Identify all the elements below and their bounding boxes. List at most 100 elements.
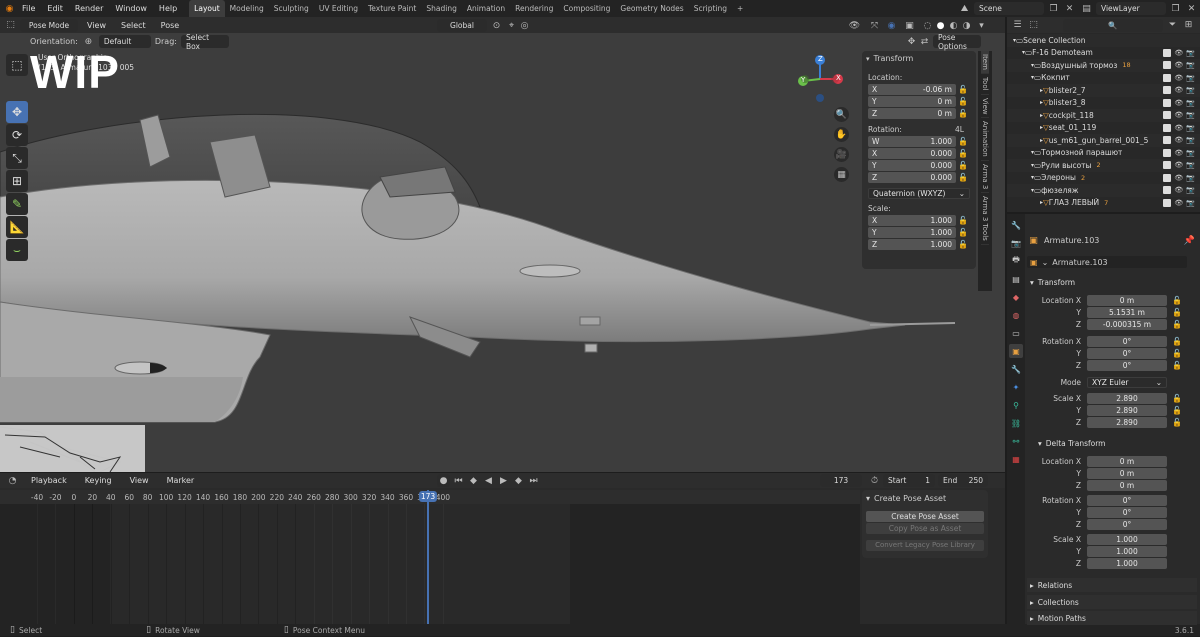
transform-tool[interactable]: ⊞: [6, 170, 28, 192]
rotation-x-field[interactable]: X 0.000: [868, 148, 956, 159]
tab-tool[interactable]: Tool: [981, 74, 989, 95]
tab-sculpting[interactable]: Sculpting: [269, 0, 314, 17]
shading-rendered-icon[interactable]: ◑: [960, 19, 973, 32]
lock-icon[interactable]: 🔓: [958, 228, 968, 237]
move-tool[interactable]: ✥: [6, 101, 28, 123]
copy-layer-icon[interactable]: ❐: [1169, 2, 1182, 15]
output-tab-icon[interactable]: 🖶: [1009, 254, 1023, 268]
visibility-icon[interactable]: 👁: [1174, 99, 1183, 107]
lock-icon[interactable]: 🔓: [958, 137, 968, 146]
location-x-field[interactable]: X -0.06 m: [868, 84, 956, 95]
delta-location-x[interactable]: 0 m: [1087, 456, 1167, 467]
snap-icon[interactable]: ⌖: [505, 19, 518, 32]
object-rotation-z[interactable]: 0°: [1087, 360, 1167, 371]
render-camera-icon[interactable]: 📷: [1186, 161, 1195, 169]
properties-editor[interactable]: 🔧 📷 🖶 ▤ ◆ ◍ ▭ ▣ 🔧 ✦ ⚲ ⛓ ⚯ ▦ ▣ Armature.1…: [1007, 214, 1200, 625]
rotation-mode-select[interactable]: XYZ Euler ⌄: [1087, 377, 1167, 388]
3d-viewport[interactable]: ⬚ Pose Mode View Select Pose Global ⊙ ⌖ …: [0, 17, 1005, 472]
visibility-icon[interactable]: 👁: [1174, 49, 1183, 57]
visibility-icon[interactable]: 👁: [1174, 199, 1183, 207]
close-icon[interactable]: ✕: [1063, 2, 1076, 15]
tool-tab-icon[interactable]: 🔧: [1009, 218, 1023, 232]
record-icon[interactable]: ●: [437, 474, 450, 487]
jump-end-icon[interactable]: ⏭: [527, 474, 540, 487]
transform-panel-header[interactable]: ▾ Transform: [866, 54, 913, 63]
tab-item[interactable]: Item: [981, 51, 989, 74]
delta-scale-z[interactable]: 1.000: [1087, 558, 1167, 569]
menu-help[interactable]: Help: [153, 0, 183, 17]
outliner-row[interactable]: ▾ ▭ Воздушный тормоз 18 👁 📷: [1007, 59, 1200, 72]
pose-asset-header[interactable]: ▾ Create Pose Asset: [862, 490, 988, 507]
convert-legacy-button[interactable]: Convert Legacy Pose Library: [866, 540, 984, 551]
camera-icon[interactable]: 🎥: [834, 147, 849, 162]
visibility-icon[interactable]: 👁: [1174, 136, 1183, 144]
visibility-icon[interactable]: 👁: [848, 19, 861, 32]
outliner-row[interactable]: ▸ ▽ cockpit_118 👁 📷: [1007, 109, 1200, 122]
lock-icon[interactable]: 🔓: [958, 173, 968, 182]
new-collection-icon[interactable]: ⊞: [1182, 19, 1195, 32]
timer-icon[interactable]: ⏱: [868, 474, 881, 487]
render-camera-icon[interactable]: 📷: [1186, 199, 1195, 207]
tab-arma3-tools[interactable]: Arma 3 Tools: [981, 193, 989, 246]
visibility-icon[interactable]: 👁: [1174, 61, 1183, 69]
rotation-w-field[interactable]: W 1.000: [868, 136, 956, 147]
scale-z-field[interactable]: Z 1.000: [868, 239, 956, 250]
transform-orientation-select[interactable]: Global: [437, 19, 487, 32]
view-layer-tab-icon[interactable]: ▤: [1009, 272, 1023, 286]
object-rotation-y[interactable]: 0°: [1087, 348, 1167, 359]
copy-icon[interactable]: ❐: [1047, 2, 1060, 15]
timeline-menu-playback[interactable]: Playback: [25, 472, 73, 489]
render-camera-icon[interactable]: 📷: [1186, 149, 1195, 157]
lock-icon[interactable]: 🔓: [958, 149, 968, 158]
rotation-mode-select[interactable]: Quaternion (WXYZ) ⌄: [868, 188, 970, 199]
move-view-icon[interactable]: ✥: [905, 35, 918, 48]
blender-logo-icon[interactable]: ◉: [3, 2, 16, 15]
rotate-tool[interactable]: ⟳: [6, 124, 28, 146]
relations-header[interactable]: ▸ Relations: [1027, 578, 1197, 592]
tab-layout[interactable]: Layout: [189, 0, 225, 17]
gizmo-toggle-icon[interactable]: ⤧: [868, 19, 881, 32]
playhead-handle[interactable]: 173: [419, 491, 437, 502]
menu-edit[interactable]: Edit: [41, 0, 69, 17]
exclude-checkbox[interactable]: [1163, 48, 1172, 57]
tab-compositing[interactable]: Compositing: [558, 0, 615, 17]
scale-y-field[interactable]: Y 1.000: [868, 227, 956, 238]
visibility-icon[interactable]: 👁: [1174, 149, 1183, 157]
exclude-checkbox[interactable]: [1163, 73, 1172, 82]
object-scale-z[interactable]: 2.890: [1087, 417, 1167, 428]
view-layer-name[interactable]: ViewLayer: [1096, 2, 1166, 15]
rotation-y-field[interactable]: Y 0.000: [868, 160, 956, 171]
viewport-menu-view[interactable]: View: [81, 17, 112, 34]
pan-hand-icon[interactable]: ✋: [834, 127, 849, 142]
render-camera-icon[interactable]: 📷: [1186, 124, 1195, 132]
drag-select[interactable]: Select Box: [180, 33, 229, 51]
scene-name[interactable]: Scene: [974, 2, 1044, 15]
delta-scale-y[interactable]: 1.000: [1087, 546, 1167, 557]
shading-material-icon[interactable]: ◐: [947, 19, 960, 32]
tab-geometry-nodes[interactable]: Geometry Nodes: [615, 0, 688, 17]
delta-location-z[interactable]: 0 m: [1087, 480, 1167, 491]
exclude-checkbox[interactable]: [1163, 186, 1172, 195]
outliner-row[interactable]: ▾ ▭ Scene Collection: [1007, 34, 1200, 47]
outliner-row[interactable]: ▸ ▽ blister2_7 👁 📷: [1007, 84, 1200, 97]
outliner-row[interactable]: ▸ ▽ blister3_8 👁 📷: [1007, 97, 1200, 110]
exclude-checkbox[interactable]: [1163, 198, 1172, 207]
proportional-icon[interactable]: ◎: [518, 19, 531, 32]
timeline-body[interactable]: [0, 504, 860, 624]
shading-options-icon[interactable]: ▾: [975, 19, 988, 32]
lock-icon[interactable]: 🔓: [1172, 320, 1182, 329]
location-y-field[interactable]: Y 0 m: [868, 96, 956, 107]
tab-view[interactable]: View: [981, 95, 989, 119]
outliner-row[interactable]: ▸ ▽ seat_01_119 👁 📷: [1007, 122, 1200, 135]
visibility-icon[interactable]: 👁: [1174, 86, 1183, 94]
render-camera-icon[interactable]: 📷: [1186, 174, 1195, 182]
visibility-icon[interactable]: 👁: [1174, 111, 1183, 119]
visibility-icon[interactable]: 👁: [1174, 174, 1183, 182]
pose-options-button[interactable]: Pose Options: [933, 33, 981, 51]
render-camera-icon[interactable]: 📷: [1186, 136, 1195, 144]
lock-icon[interactable]: 🔓: [958, 109, 968, 118]
object-name[interactable]: Armature.103: [1044, 236, 1099, 245]
object-location-x[interactable]: 0 m: [1087, 295, 1167, 306]
rotation-mode-short[interactable]: 4L: [955, 125, 964, 134]
viewport-menu-select[interactable]: Select: [115, 17, 152, 34]
